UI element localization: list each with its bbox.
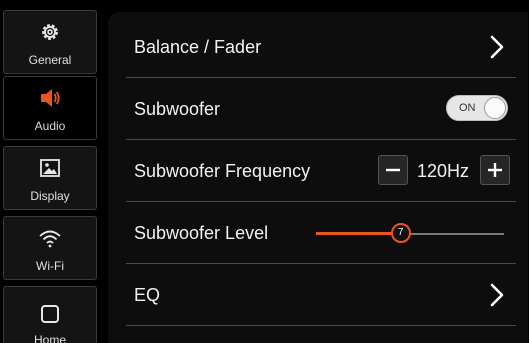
chevron-right-icon[interactable] [486, 282, 508, 308]
minus-icon [386, 168, 400, 172]
sidebar-item-label: Home [33, 333, 66, 343]
subwoofer-level-label: Subwoofer Level [134, 223, 269, 243]
subwoofer-toggle[interactable]: ON [446, 95, 508, 121]
sidebar-item-label: General [28, 53, 72, 67]
image-icon [4, 157, 96, 181]
speaker-icon [4, 87, 96, 111]
sidebar: General Audio Display Wi-Fi Home [0, 0, 100, 343]
row-eq[interactable]: EQ [126, 264, 516, 326]
row-balance-fader[interactable]: Balance / Fader [126, 16, 516, 78]
eq-label: EQ [134, 285, 161, 305]
settings-panel: Balance / Fader Subwoofer ON Subwoofer F… [108, 12, 528, 343]
slider-thumb[interactable]: 7 [390, 223, 411, 243]
subwoofer-label: Subwoofer [134, 99, 221, 119]
row-subwoofer-frequency: Subwoofer Frequency 120Hz [126, 140, 516, 202]
screen: General Audio Display Wi-Fi Home Balance… [0, 0, 529, 343]
frequency-decrease-button[interactable] [378, 155, 408, 185]
row-subwoofer-level: Subwoofer Level 7 [126, 202, 516, 264]
chevron-right-icon[interactable] [486, 34, 508, 60]
sidebar-item-label: Display [30, 189, 70, 203]
subwoofer-frequency-label: Subwoofer Frequency [134, 161, 311, 181]
toggle-state-text: ON [459, 102, 476, 114]
balance-fader-label: Balance / Fader [134, 37, 262, 57]
plus-icon [488, 163, 502, 177]
home-square-icon [4, 303, 96, 327]
sidebar-item-wifi[interactable]: Wi-Fi [3, 216, 97, 280]
sidebar-item-home[interactable]: Home [3, 286, 97, 343]
row-subwoofer: Subwoofer ON [126, 78, 516, 140]
wifi-icon [4, 227, 96, 251]
slider-fill [316, 232, 401, 235]
sidebar-item-audio[interactable]: Audio [3, 76, 97, 140]
sidebar-item-general[interactable]: General [3, 10, 97, 74]
frequency-value: 120Hz [416, 161, 470, 181]
frequency-increase-button[interactable] [480, 155, 510, 185]
sidebar-item-display[interactable]: Display [3, 146, 97, 210]
toggle-knob [484, 97, 506, 119]
subwoofer-level-slider[interactable]: 7 [316, 223, 504, 243]
sidebar-item-label: Audio [34, 119, 66, 133]
sidebar-item-label: Wi-Fi [36, 259, 64, 273]
gear-icon [4, 21, 96, 45]
